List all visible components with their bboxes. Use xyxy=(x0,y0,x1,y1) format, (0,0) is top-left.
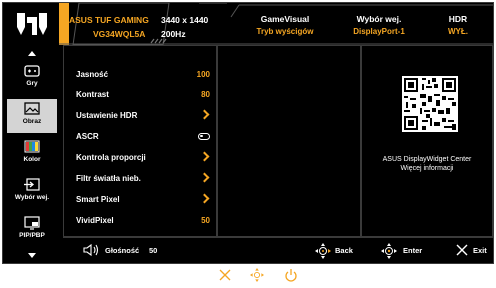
color-icon xyxy=(24,140,40,153)
menu-item-smart-pixel[interactable]: Smart Pixel xyxy=(76,193,214,207)
sidebar-item-label: Obraz xyxy=(22,118,42,125)
sidebar-item-label: PIP/PBP xyxy=(19,232,45,239)
gamepad-icon xyxy=(24,65,40,77)
sidebar-item-kolor[interactable]: Kolor xyxy=(7,137,57,171)
joystick-icon xyxy=(315,243,331,259)
gamevisual-status: GameVisual Tryb wyścigów xyxy=(235,14,335,36)
scroll-down-icon[interactable] xyxy=(28,253,36,258)
scroll-up-icon[interactable] xyxy=(28,51,36,56)
osd-window: ASUS TUF GAMING VG34WQL5A 3440 x 1440 20… xyxy=(2,2,494,264)
gamevisual-value: Tryb wyścigów xyxy=(256,27,314,36)
sidebar-item-gry[interactable]: Gry xyxy=(7,61,57,95)
menu-item-label: VividPixel xyxy=(76,216,114,225)
sidebar: Gry Obraz Kolor Wybór wej. PIP/PBP xyxy=(3,45,61,263)
gamevisual-label: GameVisual xyxy=(260,14,310,24)
model-label: VG34WQL5A xyxy=(93,29,146,39)
tuf-logo xyxy=(17,13,47,35)
menu-item-value: 100 xyxy=(196,70,210,79)
chevron-right-icon xyxy=(199,172,210,183)
toggle-icon[interactable] xyxy=(198,133,210,140)
qr-code-icon xyxy=(402,76,458,132)
resolution-label: 3440 x 1440 xyxy=(161,15,209,25)
menu-item-vividpixel[interactable]: VividPixel 50 xyxy=(76,214,214,228)
close-icon[interactable] xyxy=(218,268,232,282)
header-bar: ASUS TUF GAMING VG34WQL5A 3440 x 1440 20… xyxy=(3,3,493,45)
menu-item-ascr[interactable]: ASCR xyxy=(76,130,214,144)
pip-icon xyxy=(24,216,40,230)
sidebar-item-wybor-wej[interactable]: Wybór wej. xyxy=(7,175,57,209)
more-info-label: Więcej informacji xyxy=(400,165,454,172)
menu-item-label: Kontrola proporcji xyxy=(76,153,146,162)
sidebar-item-pip-pbp[interactable]: PIP/PBP xyxy=(7,213,57,247)
volume-label: Głośność xyxy=(105,246,140,255)
info-panel: ASUS DisplayWidget Center Więcej informa… xyxy=(361,45,493,237)
sidebar-item-label: Wybór wej. xyxy=(14,194,50,201)
sidebar-item-obraz[interactable]: Obraz xyxy=(7,99,57,133)
menu-item-label: Filtr światła nieb. xyxy=(76,174,141,183)
back-label[interactable]: Back xyxy=(335,246,353,255)
menu-item-ustawienie-hdr[interactable]: Ustawienie HDR xyxy=(76,109,214,123)
joystick-icon xyxy=(381,243,397,259)
submenu-panel xyxy=(217,45,361,237)
menu-item-kontrast[interactable]: Kontrast 80 xyxy=(76,88,214,102)
chevron-right-icon xyxy=(199,109,210,120)
menu-item-kontrola-proporcji[interactable]: Kontrola proporcji xyxy=(76,151,214,165)
power-icon[interactable] xyxy=(284,268,298,282)
hdr-value: WYŁ. xyxy=(448,27,468,36)
enter-label[interactable]: Enter xyxy=(403,246,422,255)
chevron-right-icon xyxy=(199,193,210,204)
input-label: Wybór wej. xyxy=(356,14,402,24)
settings-panel: Jasność 100 Kontrast 80 Ustawienie HDR A… xyxy=(63,45,217,237)
menu-item-label: Kontrast xyxy=(76,90,109,99)
menu-item-label: ASCR xyxy=(76,132,99,141)
refresh-rate-label: 200Hz xyxy=(161,29,186,39)
hdr-label: HDR xyxy=(448,14,468,24)
menu-item-jasnosc[interactable]: Jasność 100 xyxy=(76,68,214,82)
sidebar-item-label: Kolor xyxy=(23,156,41,163)
chevron-right-icon xyxy=(199,151,210,162)
input-icon xyxy=(24,178,40,191)
menu-item-label: Smart Pixel xyxy=(76,195,120,204)
close-icon xyxy=(456,244,468,256)
joystick-icon[interactable] xyxy=(250,268,264,282)
image-icon xyxy=(24,102,40,115)
menu-item-value: 50 xyxy=(201,216,210,225)
input-value: DisplayPort-1 xyxy=(353,27,405,36)
sidebar-item-label: Gry xyxy=(26,80,38,87)
menu-item-label: Ustawienie HDR xyxy=(76,111,138,120)
menu-item-value: 80 xyxy=(201,90,210,99)
menu-item-label: Jasność xyxy=(76,70,109,79)
speaker-icon xyxy=(83,243,99,257)
exit-label[interactable]: Exit xyxy=(473,246,487,255)
volume-value: 50 xyxy=(149,246,158,255)
input-status: Wybór wej. DisplayPort-1 xyxy=(339,14,419,36)
hdr-status: HDR WYŁ. xyxy=(433,14,483,36)
menu-item-filtr-swiatla[interactable]: Filtr światła nieb. xyxy=(76,172,214,186)
widget-center-label: ASUS DisplayWidget Center xyxy=(382,156,472,163)
footer-bar: Głośność 50 Back Enter Exit xyxy=(63,237,493,263)
brand-label: ASUS TUF GAMING xyxy=(69,15,149,25)
